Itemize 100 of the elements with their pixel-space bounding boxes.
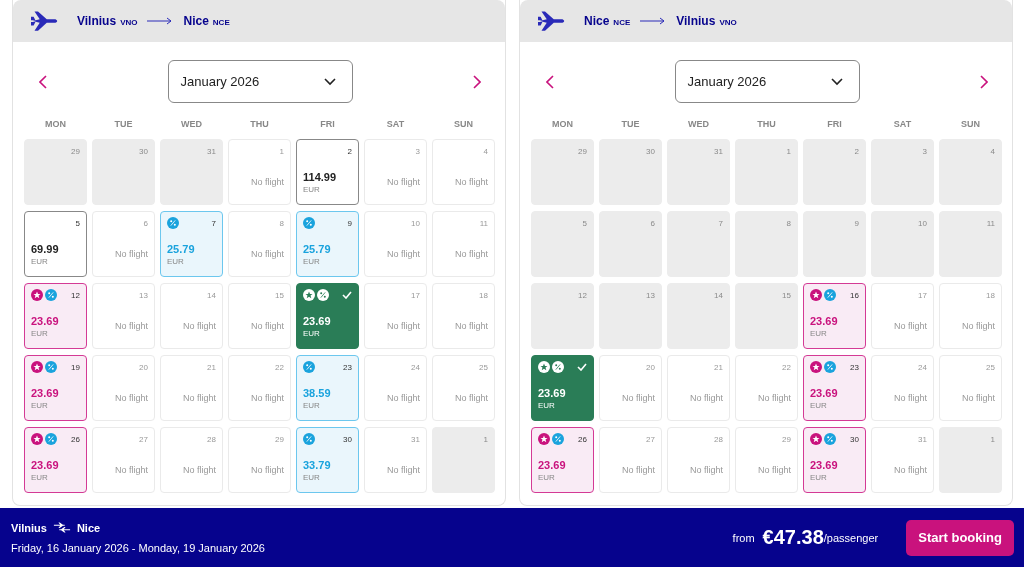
day-number: 31 bbox=[918, 434, 927, 444]
star-badge-icon bbox=[538, 361, 550, 373]
day-number: 7 bbox=[211, 218, 216, 228]
day-cell[interactable]: 19 23.69 EUR bbox=[24, 355, 87, 421]
day-number: 20 bbox=[646, 362, 655, 372]
weekday-label: SAT bbox=[892, 119, 913, 129]
destination-code: NCE bbox=[212, 17, 230, 27]
day-cell[interactable]: 26 23.69 EUR bbox=[24, 427, 87, 493]
day-number: 8 bbox=[279, 218, 284, 228]
chevron-down-icon bbox=[323, 77, 336, 86]
airplane-icon bbox=[538, 8, 566, 34]
day-cell[interactable]: 26 23.69 EUR bbox=[531, 427, 594, 493]
no-flight-label: No flight bbox=[250, 465, 284, 475]
weekday-label: TUE bbox=[113, 119, 134, 129]
weekday-label: WED bbox=[687, 119, 710, 129]
no-flight-label: No flight bbox=[621, 465, 655, 475]
day-cell[interactable]: 30 33.79 EUR bbox=[296, 427, 359, 493]
day-cell[interactable]: 5 69.99 EUR bbox=[24, 211, 87, 277]
day-number: 29 bbox=[71, 146, 80, 156]
chevron-left-icon bbox=[546, 74, 554, 89]
destination-city: Nice bbox=[183, 14, 209, 28]
day-cell[interactable]: 23 38.59 EUR bbox=[296, 355, 359, 421]
currency-label: EUR bbox=[303, 185, 321, 194]
day-cell[interactable]: 7 25.79 EUR bbox=[160, 211, 223, 277]
origin-city: Vilnius bbox=[77, 14, 117, 28]
day-number: 26 bbox=[71, 434, 80, 444]
fare-price: 23.69 bbox=[538, 387, 567, 399]
weekday-label: MON bbox=[551, 119, 574, 129]
currency-label: EUR bbox=[538, 401, 556, 410]
fare-price: 25.79 bbox=[303, 243, 332, 255]
day-cell[interactable]: 23.69 EUR bbox=[531, 355, 594, 421]
day-cell[interactable]: 16 23.69 EUR bbox=[803, 283, 866, 349]
day-number: 31 bbox=[207, 146, 216, 156]
no-flight-label: No flight bbox=[386, 465, 420, 475]
star-badge-icon bbox=[810, 289, 822, 301]
start-booking-button[interactable]: Start booking bbox=[906, 519, 1014, 556]
checkmark-icon bbox=[342, 291, 352, 299]
currency-label: EUR bbox=[31, 473, 49, 482]
day-number: 11 bbox=[479, 218, 488, 228]
day-number: 6 bbox=[143, 218, 148, 228]
day-cell[interactable]: 23 23.69 EUR bbox=[803, 355, 866, 421]
day-number: 31 bbox=[714, 146, 723, 156]
day-number: 29 bbox=[578, 146, 587, 156]
weekday-label: THU bbox=[249, 119, 270, 129]
day-cell[interactable]: 30 23.69 EUR bbox=[803, 427, 866, 493]
no-flight-label: No flight bbox=[893, 321, 927, 331]
day-number: 12 bbox=[71, 290, 80, 300]
fare-price: 25.79 bbox=[167, 243, 196, 255]
percent-badge-icon bbox=[552, 361, 564, 373]
day-number: 9 bbox=[347, 218, 352, 228]
no-flight-label: No flight bbox=[182, 393, 216, 403]
fare-price: 69.99 bbox=[31, 243, 60, 255]
star-badge-icon bbox=[810, 433, 822, 445]
fare-price: 23.69 bbox=[31, 315, 60, 327]
day-number: 4 bbox=[990, 146, 995, 156]
day-cell[interactable]: 9 25.79 EUR bbox=[296, 211, 359, 277]
no-flight-label: No flight bbox=[386, 321, 420, 331]
no-flight-label: No flight bbox=[454, 177, 488, 187]
weekday-label: THU bbox=[756, 119, 777, 129]
currency-label: EUR bbox=[303, 329, 321, 338]
trip-dates: Friday, 16 January 2026 - Monday, 19 January 2026 bbox=[11, 541, 265, 554]
destination-city: Vilnius bbox=[676, 14, 716, 28]
month-dropdown[interactable]: January 2026 bbox=[167, 60, 353, 103]
month-dropdown[interactable]: January 2026 bbox=[674, 60, 860, 103]
percent-badge-icon bbox=[303, 217, 315, 229]
star-badge-icon bbox=[31, 433, 43, 445]
percent-badge-icon bbox=[303, 433, 315, 445]
day-number: 24 bbox=[411, 362, 420, 372]
no-flight-label: No flight bbox=[454, 393, 488, 403]
day-number: 30 bbox=[646, 146, 655, 156]
percent-badge-icon bbox=[824, 433, 836, 445]
currency-label: EUR bbox=[31, 401, 49, 410]
day-number: 27 bbox=[646, 434, 655, 444]
day-number: 2 bbox=[854, 146, 859, 156]
percent-badge-icon bbox=[45, 433, 57, 445]
no-flight-label: No flight bbox=[386, 249, 420, 259]
currency-label: EUR bbox=[810, 473, 828, 482]
no-flight-label: No flight bbox=[250, 249, 284, 259]
percent-badge-icon bbox=[824, 289, 836, 301]
day-number: 11 bbox=[986, 218, 995, 228]
weekday-label: SUN bbox=[453, 119, 474, 129]
arrow-icon bbox=[640, 17, 667, 25]
day-cell[interactable]: 12 23.69 EUR bbox=[24, 283, 87, 349]
day-number: 21 bbox=[714, 362, 723, 372]
day-number: 1 bbox=[786, 146, 791, 156]
no-flight-label: No flight bbox=[114, 249, 148, 259]
fare-price: 33.79 bbox=[303, 459, 332, 471]
day-number: 23 bbox=[850, 362, 859, 372]
destination-city: Nice bbox=[76, 521, 101, 534]
star-badge-icon bbox=[810, 361, 822, 373]
currency-label: EUR bbox=[167, 257, 185, 266]
day-number: 28 bbox=[207, 434, 216, 444]
day-number: 14 bbox=[714, 290, 723, 300]
day-number: 29 bbox=[275, 434, 284, 444]
day-number: 26 bbox=[578, 434, 587, 444]
day-cell[interactable]: 23.69 EUR bbox=[296, 283, 359, 349]
day-number: 27 bbox=[139, 434, 148, 444]
day-number: 6 bbox=[650, 218, 655, 228]
day-number: 13 bbox=[646, 290, 655, 300]
day-cell[interactable]: 2 114.99 EUR bbox=[296, 139, 359, 205]
